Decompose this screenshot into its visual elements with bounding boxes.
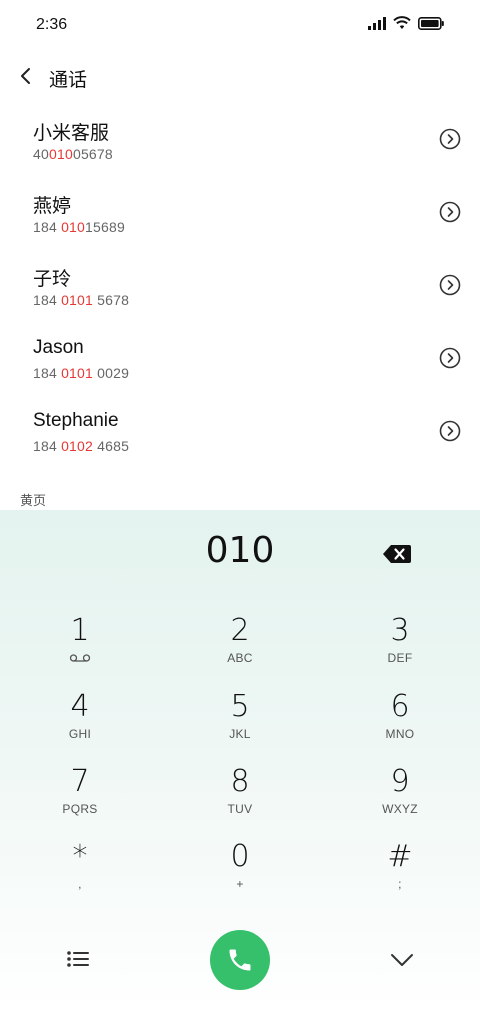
key-digit: 9	[390, 764, 410, 799]
chevron-circle-icon[interactable]	[438, 419, 462, 443]
number-suffix: 05678	[72, 146, 113, 162]
number-prefix: 184	[33, 365, 62, 381]
contact-row[interactable]: 小米客服 4001005678	[0, 104, 480, 177]
contact-number: 4001005678	[33, 146, 113, 162]
key-6[interactable]: 6 MNO	[340, 690, 460, 756]
key-letters: GHI	[68, 727, 92, 741]
chevron-circle-icon[interactable]	[438, 346, 462, 370]
signal-icon	[368, 16, 386, 30]
number-suffix: 5678	[93, 292, 130, 308]
chevron-circle-icon[interactable]	[438, 200, 462, 224]
number-match: 010	[48, 146, 73, 162]
key-star[interactable]: * ,	[20, 840, 140, 906]
key-digit: 3	[390, 613, 410, 648]
call-button[interactable]	[210, 930, 270, 990]
number-suffix: 4685	[93, 438, 130, 454]
key-hash[interactable]: # ;	[340, 840, 460, 906]
list-menu-icon[interactable]	[64, 947, 92, 971]
key-1[interactable]: 1	[20, 614, 140, 680]
contact-name: Stephanie	[33, 410, 119, 431]
contact-number: 184 01015689	[33, 219, 125, 235]
number-suffix: 15689	[85, 219, 125, 235]
bottom-action-bar	[0, 930, 480, 990]
number-prefix: 184	[33, 438, 62, 454]
contact-row[interactable]: Jason 184 0101 0029	[0, 323, 480, 396]
key-digit: 4	[70, 689, 90, 724]
key-letters: PQRS	[62, 802, 98, 816]
number-match: 0101	[61, 365, 94, 381]
page-title: 通话	[49, 70, 88, 91]
key-9[interactable]: 9 WXYZ	[340, 765, 460, 831]
voicemail-icon	[69, 654, 91, 662]
key-4[interactable]: 4 GHI	[20, 690, 140, 756]
back-arrow-icon	[21, 68, 30, 84]
key-letters: DEF	[387, 651, 413, 665]
contact-row[interactable]: Stephanie 184 0102 4685	[0, 396, 480, 469]
number-match: 0102	[61, 438, 94, 454]
chevron-down-icon[interactable]	[388, 947, 416, 971]
number-suffix: 0029	[93, 365, 130, 381]
key-symbol: ,	[78, 877, 82, 891]
key-letters: MNO	[385, 727, 415, 741]
contact-number: 184 0101 0029	[33, 365, 129, 381]
status-icons	[368, 16, 444, 30]
key-digit: 1	[70, 613, 90, 648]
contact-row[interactable]: 子玲 184 0101 5678	[0, 250, 480, 323]
key-digit: 8	[230, 764, 250, 799]
contact-name: 小米客服	[33, 123, 110, 144]
key-digit: 6	[390, 689, 410, 724]
status-bar: 2:36	[0, 0, 480, 52]
key-symbol: +	[236, 877, 244, 891]
chevron-circle-icon[interactable]	[438, 273, 462, 297]
key-letters: WXYZ	[382, 802, 418, 816]
contact-name: 子玲	[33, 269, 72, 290]
contact-row[interactable]: 燕婷 184 01015689	[0, 177, 480, 250]
back-button[interactable]	[14, 64, 38, 88]
backspace-icon[interactable]	[382, 543, 412, 565]
key-2[interactable]: 2 ABC	[180, 614, 300, 680]
contact-name: 燕婷	[33, 196, 72, 217]
contact-number: 184 0102 4685	[33, 438, 129, 454]
battery-icon	[418, 16, 444, 30]
key-symbol: ;	[398, 877, 402, 891]
key-8[interactable]: 8 TUV	[180, 765, 300, 831]
phone-icon	[229, 949, 251, 971]
wifi-icon	[393, 16, 411, 29]
contact-suggestion-list: 小米客服 4001005678 燕婷 184 01015689 子玲 184 0…	[0, 104, 480, 469]
key-letters: JKL	[229, 727, 251, 741]
number-match: 010	[61, 219, 86, 235]
number-prefix: 184	[33, 219, 62, 235]
key-digit: 0	[230, 839, 250, 874]
key-digit: 5	[230, 689, 250, 724]
header: 通话	[0, 52, 480, 102]
key-0[interactable]: 0 +	[180, 840, 300, 906]
key-digit: 7	[70, 764, 90, 799]
number-prefix: 40	[33, 146, 49, 162]
key-letters: TUV	[227, 802, 253, 816]
yellow-pages-label[interactable]: 黄页	[20, 490, 46, 509]
key-digit: 2	[230, 613, 250, 648]
key-5[interactable]: 5 JKL	[180, 690, 300, 756]
key-digit: #	[387, 839, 413, 874]
key-digit: *	[72, 839, 88, 874]
chevron-circle-icon[interactable]	[438, 127, 462, 151]
number-match: 0101	[61, 292, 94, 308]
key-3[interactable]: 3 DEF	[340, 614, 460, 680]
contact-name: Jason	[33, 337, 84, 358]
contact-number: 184 0101 5678	[33, 292, 129, 308]
status-time: 2:36	[36, 16, 68, 33]
key-7[interactable]: 7 PQRS	[20, 765, 140, 831]
key-letters: ABC	[227, 651, 253, 665]
number-prefix: 184	[33, 292, 62, 308]
